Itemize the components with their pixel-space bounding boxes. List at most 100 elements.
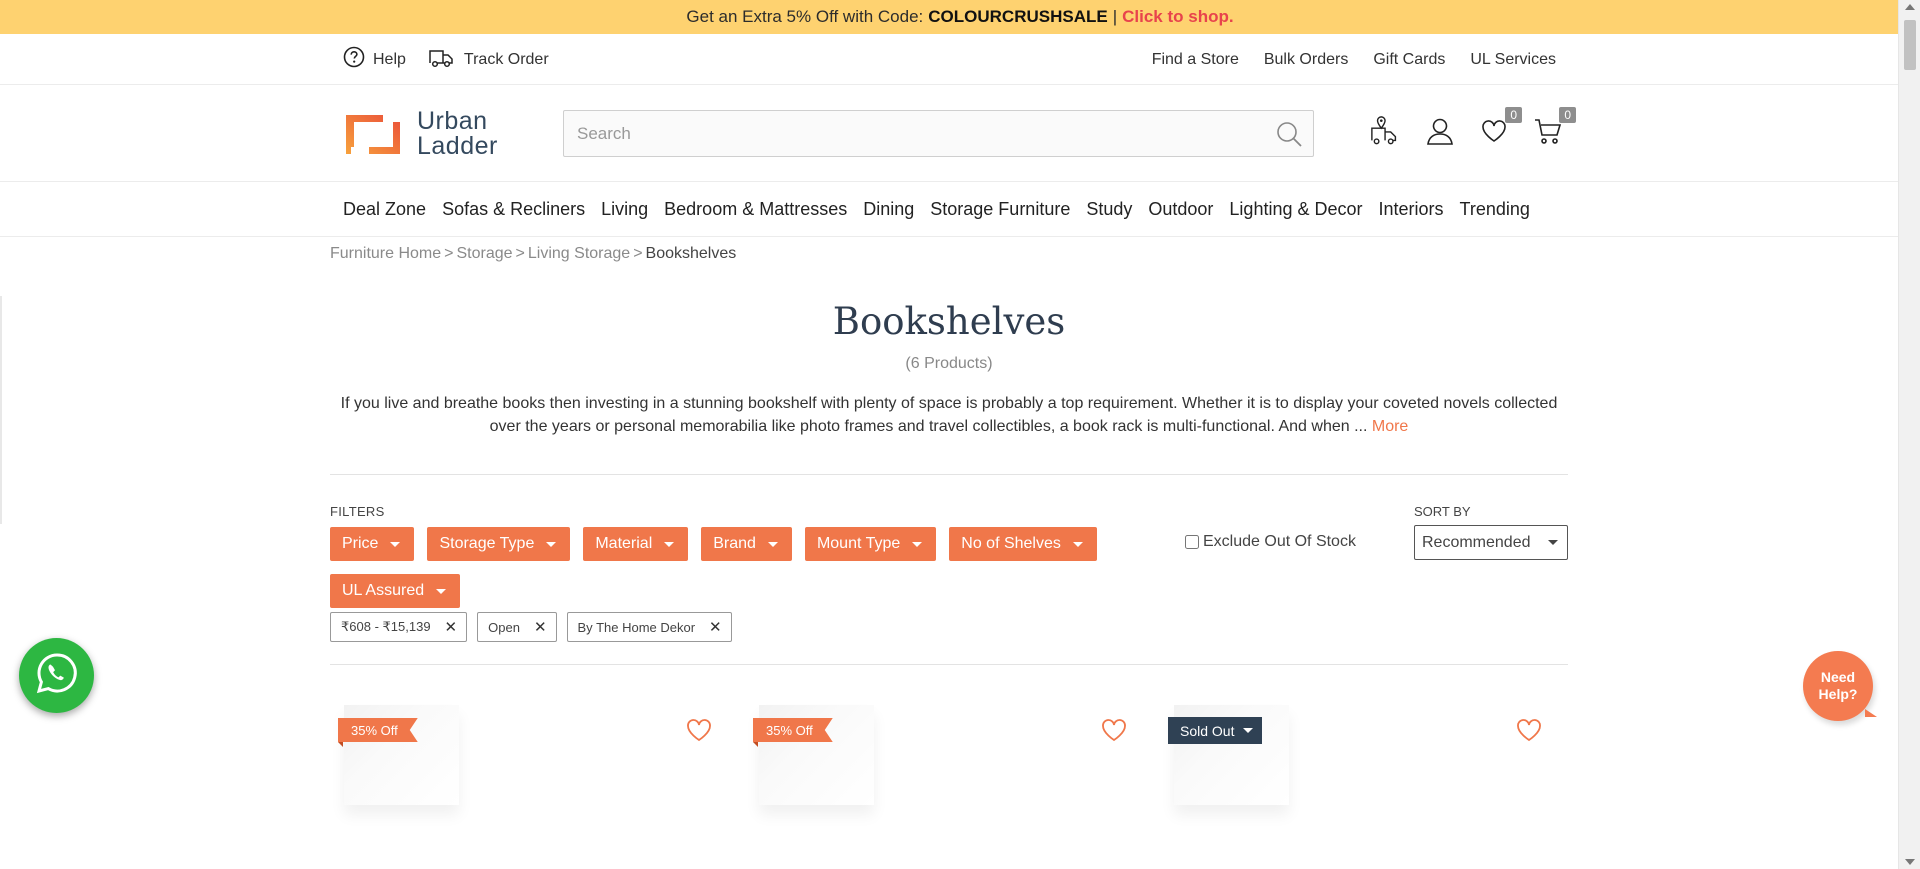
promo-shop-link[interactable]: Click to shop. [1122,7,1233,27]
caret-down-icon [1072,541,1083,547]
cart-icon[interactable]: 0 [1532,107,1576,149]
search-input[interactable] [564,111,1244,156]
need-help-line2: Help? [1818,686,1858,702]
nav-interiors[interactable]: Interiors [1379,199,1444,220]
scrollbar-thumb[interactable] [1904,20,1916,70]
nav-study[interactable]: Study [1086,199,1132,220]
filter-label: Brand [713,535,756,552]
wishlist-icon[interactable]: 0 [1478,107,1522,149]
exclude-oos-label: Exclude Out Of Stock [1203,533,1356,550]
filter-price[interactable]: Price [330,527,415,561]
wishlist-heart-icon[interactable] [1100,717,1128,748]
remove-filter-icon[interactable]: ✕ [709,618,722,636]
need-help-button[interactable]: Need Help? [1803,651,1877,721]
scroll-down-icon[interactable] [1905,859,1915,865]
nav-deal-zone[interactable]: Deal Zone [343,199,426,220]
ul-services-link[interactable]: UL Services [1470,51,1556,69]
remove-filter-icon[interactable]: ✕ [534,618,547,636]
nav-storage-furniture[interactable]: Storage Furniture [930,199,1070,220]
truck-icon [428,45,456,74]
caret-down-icon [767,541,778,547]
nav-outdoor[interactable]: Outdoor [1148,199,1213,220]
divider [330,474,1568,475]
filter-brand[interactable]: Brand [701,527,792,561]
main-header: Urban Ladder 0 0 [0,85,1920,182]
nav-trending[interactable]: Trending [1460,199,1530,220]
help-label: Help [373,50,406,68]
nav-bedroom-mattresses[interactable]: Bedroom & Mattresses [664,199,847,220]
caret-down-icon [546,541,557,547]
scroll-up-icon[interactable] [1905,4,1915,10]
promo-code: COLOURCRUSHSALE [928,7,1108,26]
breadcrumb-living-storage[interactable]: Living Storage [528,245,630,262]
breadcrumb-current: Bookshelves [645,245,737,262]
page-title: Bookshelves [832,300,1066,343]
remove-filter-icon[interactable]: ✕ [445,618,458,636]
filter-no-of-shelves[interactable]: No of Shelves [949,527,1097,561]
nav-living[interactable]: Living [601,199,648,220]
description-more-link[interactable]: More [1372,418,1408,435]
filter-label: Mount Type [816,535,901,552]
filter-label: No of Shelves [961,535,1061,552]
wishlist-heart-icon[interactable] [1515,717,1543,748]
promo-banner[interactable]: Get an Extra 5% Off with Code: COLOURCRU… [0,0,1920,34]
find-store-link[interactable]: Find a Store [1152,51,1239,69]
product-card[interactable]: Sold Out [1160,700,1555,869]
whatsapp-button[interactable] [19,638,94,713]
filter-mount-type[interactable]: Mount Type [804,527,937,561]
chip-label: Open [488,619,520,635]
filter-label: Material [595,535,653,552]
breadcrumb: Furniture Home > Storage > Living Storage > Bo… [330,245,736,263]
nav-sofas-recliners[interactable]: Sofas & Recliners [442,199,585,220]
breadcrumb-separator: > [515,245,525,262]
urban-ladder-logo[interactable]: Urban Ladder [343,109,498,159]
track-order-link[interactable]: Track Order [428,45,549,74]
gift-cards-link[interactable]: Gift Cards [1373,51,1445,69]
filter-ul-assured[interactable]: UL Assured [330,574,461,608]
breadcrumb-separator: > [444,245,454,262]
promo-text: Get an Extra 5% Off with Code: [686,7,924,26]
divider [330,664,1568,665]
nav-lighting-decor[interactable]: Lighting & Decor [1229,199,1362,220]
ribbon-fold [338,742,343,747]
caret-down-icon [436,588,447,594]
exclude-out-of-stock[interactable]: Exclude Out Of Stock [1185,533,1356,551]
utility-bar: Help Track Order Find a Store Bulk Order… [0,34,1920,85]
sort-selected: Recommended [1422,533,1531,551]
search-box [563,110,1314,157]
breadcrumb-separator: > [633,245,643,262]
exclude-oos-checkbox[interactable] [1185,535,1199,549]
whatsapp-icon [34,650,80,701]
discount-ribbon: 35% Off [753,718,833,742]
filter-buttons: Price Storage Type Material Brand Mount … [330,527,1130,608]
page-scrollbar[interactable] [1898,0,1920,869]
product-card[interactable]: 35% Off [745,700,1140,869]
ribbon-fold [753,742,758,747]
filter-material[interactable]: Material [583,527,689,561]
discount-ribbon: 35% Off [338,718,418,742]
filter-label: UL Assured [342,582,425,599]
applied-filter-chip: By The Home Dekor ✕ [566,612,732,642]
filter-storage-type[interactable]: Storage Type [427,527,571,561]
bulk-orders-link[interactable]: Bulk Orders [1264,51,1348,69]
nav-dining[interactable]: Dining [863,199,914,220]
wishlist-heart-icon[interactable] [685,717,713,748]
sort-dropdown[interactable]: Recommended [1414,525,1568,560]
search-icon[interactable] [1275,120,1303,153]
track-order-label: Track Order [463,50,549,68]
side-edge-tab [0,296,2,524]
cart-count-badge: 0 [1559,107,1576,123]
delivery-location-icon[interactable] [1370,113,1402,149]
logo-line1: Urban [417,107,488,135]
help-link[interactable]: Help [343,46,406,73]
applied-filter-chip: ₹608 - ₹15,139 ✕ [330,612,468,642]
category-nav: Deal Zone Sofas & Recliners Living Bedro… [0,182,1920,237]
breadcrumb-furniture-home[interactable]: Furniture Home [330,245,441,262]
applied-filters: ₹608 - ₹15,139 ✕ Open ✕ By The Home Dekor ✕ [330,612,732,642]
product-count: (6 Products) [905,355,993,372]
breadcrumb-storage[interactable]: Storage [457,245,513,262]
chip-label: By The Home Dekor [577,619,696,635]
product-card[interactable]: 35% Off [330,700,725,869]
sold-out-badge[interactable]: Sold Out [1168,717,1263,744]
account-icon[interactable] [1424,113,1456,149]
